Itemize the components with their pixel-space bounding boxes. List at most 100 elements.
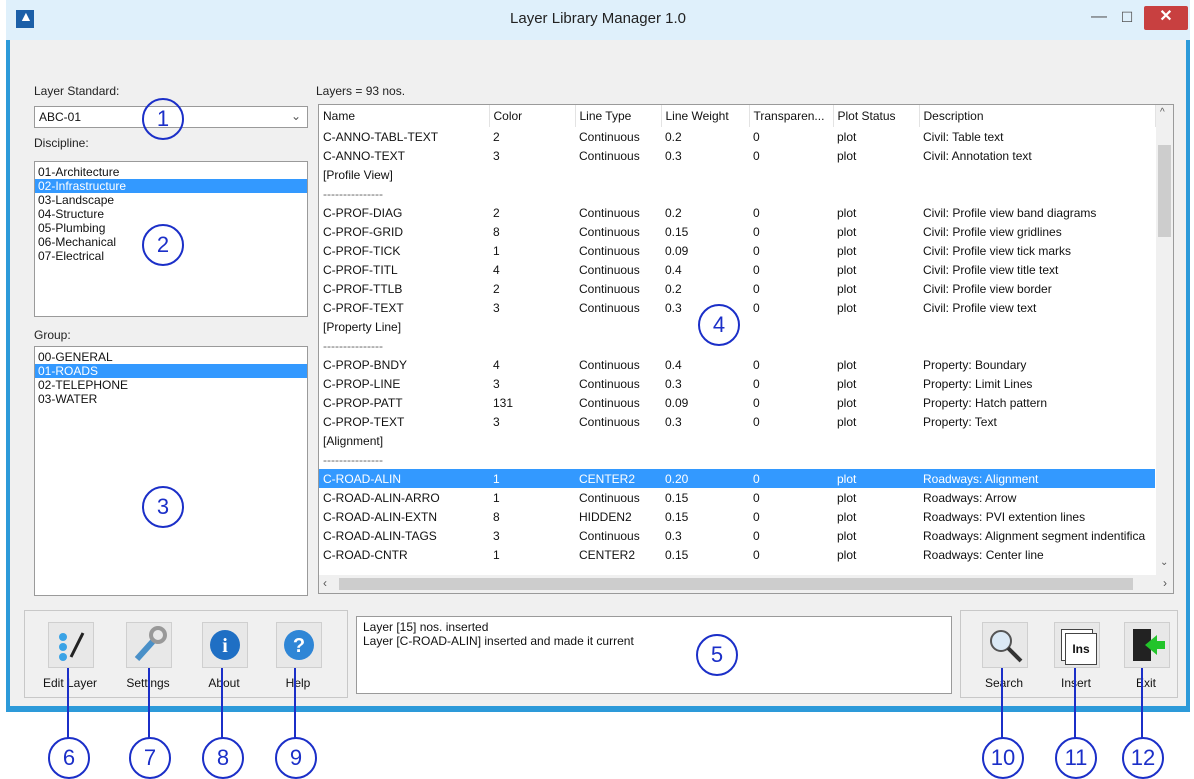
exit-label: Exit (1135, 676, 1156, 690)
exit-door-icon (1124, 622, 1170, 668)
table-cell (833, 184, 919, 203)
chevron-down-icon[interactable]: ⌄ (291, 109, 301, 123)
table-row[interactable]: C-PROF-TTLB 2 Continuous 0.2 0 plot Civil: Pro… (319, 279, 1155, 298)
discipline-list-item[interactable]: 04-Structure (35, 207, 307, 221)
group-list[interactable]: 00-GENERAL 01-ROADS 02-TELEPHONE 03-WATER (34, 346, 308, 596)
table-cell: 0 (753, 395, 760, 410)
maximize-button[interactable]: ☐ (1114, 6, 1140, 30)
help-button[interactable]: ? (276, 622, 322, 668)
callout-8-leader (221, 668, 223, 738)
scroll-left-icon[interactable]: ‹ (323, 576, 327, 590)
scroll-right-icon[interactable]: › (1163, 576, 1167, 590)
table-row[interactable]: --------------- (319, 184, 1155, 203)
table-cell (489, 317, 575, 336)
app-window: ▲ Layer Library Manager 1.0 — ☐ ✕ Layer … (6, 0, 1190, 712)
table-row[interactable]: C-PROP-PATT 131 Continuous 0.09 0 plot Propert… (319, 393, 1155, 412)
table-cell: 2 (493, 281, 500, 296)
group-label: Group: (34, 328, 71, 342)
table-row[interactable]: C-ROAD-ALIN 1 CENTER2 0.20 0 plot Roadways: Al… (319, 469, 1155, 488)
layer-standard-label: Layer Standard: (34, 84, 120, 98)
settings-button[interactable] (126, 622, 172, 668)
discipline-list-item[interactable]: 01-Architecture (35, 165, 307, 179)
table-cell: --------------- (323, 338, 383, 353)
table-cell: [Profile View] (323, 167, 393, 182)
title-bar[interactable]: ▲ Layer Library Manager 1.0 — ☐ ✕ (6, 0, 1190, 40)
table-row[interactable]: C-PROF-TITL 4 Continuous 0.4 0 plot Civil: Pro… (319, 260, 1155, 279)
table-row[interactable]: C-ROAD-ALIN-ARRO 1 Continuous 0.15 0 plot Road… (319, 488, 1155, 507)
group-list-item[interactable]: 02-TELEPHONE (35, 378, 307, 392)
minimize-button[interactable]: — (1086, 6, 1112, 30)
column-header[interactable]: Line Weight (661, 105, 750, 127)
table-cell: CENTER2 (579, 547, 636, 562)
table-cell: C-PROF-TEXT (323, 300, 404, 315)
table-row[interactable]: C-PROP-BNDY 4 Continuous 0.4 0 plot Property: … (319, 355, 1155, 374)
wrench-icon (126, 622, 172, 668)
group-list-item[interactable]: 01-ROADS (35, 364, 307, 378)
table-cell: 0.3 (665, 414, 682, 429)
vertical-scrollbar[interactable]: ^ ⌄ (1156, 105, 1173, 575)
table-row[interactable]: C-ROAD-CNTR 1 CENTER2 0.15 0 plot Roadways: Ce… (319, 545, 1155, 564)
close-button[interactable]: ✕ (1144, 6, 1188, 30)
search-button[interactable] (982, 622, 1028, 668)
table-row[interactable]: C-PROP-LINE 3 Continuous 0.3 0 plot Property: … (319, 374, 1155, 393)
edit-layer-button[interactable] (48, 622, 94, 668)
table-cell: C-ANNO-TEXT (323, 148, 405, 163)
discipline-list-item[interactable]: 03-Landscape (35, 193, 307, 207)
table-cell (833, 450, 919, 469)
table-row[interactable]: C-ANNO-TEXT 3 Continuous 0.3 0 plot Civil: Ann… (319, 146, 1155, 165)
column-header[interactable]: Name (319, 105, 490, 127)
table-row[interactable]: C-PROF-DIAG 2 Continuous 0.2 0 plot Civil: Pro… (319, 203, 1155, 222)
table-cell: Continuous (579, 148, 640, 163)
table-cell: 0 (753, 148, 760, 163)
table-cell: [Property Line] (323, 319, 402, 334)
column-header[interactable]: Line Type (575, 105, 662, 127)
table-row[interactable]: [Profile View] (319, 165, 1155, 184)
table-cell: plot (837, 547, 857, 562)
table-row[interactable]: C-PROF-GRID 8 Continuous 0.15 0 plot Civil: Pr… (319, 222, 1155, 241)
table-cell: plot (837, 224, 857, 239)
about-button[interactable]: i (202, 622, 248, 668)
callout-2: 2 (142, 224, 184, 266)
table-cell: Civil: Profile view border (923, 281, 1052, 296)
table-cell (661, 450, 749, 469)
column-header[interactable]: Plot Status (833, 105, 920, 127)
scroll-down-icon[interactable]: ⌄ (1160, 557, 1168, 568)
table-cell: plot (837, 357, 857, 372)
horizontal-scrollbar-thumb[interactable] (339, 578, 1133, 590)
column-header[interactable]: Description (919, 105, 1156, 127)
table-cell: 0.2 (665, 205, 682, 220)
table-cell: plot (837, 528, 857, 543)
discipline-list-item[interactable]: 02-Infrastructure (35, 179, 307, 193)
table-row[interactable]: C-ROAD-ALIN-TAGS 3 Continuous 0.3 0 plot Roadw… (319, 526, 1155, 545)
table-row[interactable]: C-ANNO-TABL-TEXT 2 Continuous 0.2 0 plot Civil… (319, 127, 1155, 146)
group-list-item[interactable]: 03-WATER (35, 392, 307, 406)
table-row[interactable]: --------------- (319, 450, 1155, 469)
edit-layer-label: Edit Layer (42, 676, 98, 690)
table-row[interactable]: [Alignment] (319, 431, 1155, 450)
table-cell: plot (837, 262, 857, 277)
table-row[interactable]: C-PROP-TEXT 3 Continuous 0.3 0 plot Property: … (319, 412, 1155, 431)
horizontal-scrollbar[interactable]: ‹ › (319, 575, 1173, 593)
discipline-label: Discipline: (34, 136, 89, 150)
table-cell: 1 (493, 490, 500, 505)
table-row[interactable]: C-ROAD-ALIN-EXTN 8 HIDDEN2 0.15 0 plot Roadway… (319, 507, 1155, 526)
table-cell: plot (837, 395, 857, 410)
table-cell: 0.20 (661, 469, 749, 488)
column-header[interactable]: Color (489, 105, 576, 127)
table-cell: C-ROAD-ALIN-TAGS (323, 528, 437, 543)
scroll-up-icon[interactable]: ^ (1160, 107, 1165, 118)
table-row[interactable]: C-PROF-TICK 1 Continuous 0.09 0 plot Civil: Pr… (319, 241, 1155, 260)
exit-button[interactable] (1124, 622, 1170, 668)
table-cell: Continuous (579, 224, 640, 239)
group-list-item[interactable]: 00-GENERAL (35, 350, 307, 364)
table-cell: C-PROF-GRID (323, 224, 403, 239)
callout-3: 3 (142, 486, 184, 528)
vertical-scrollbar-thumb[interactable] (1158, 145, 1171, 237)
insert-button[interactable]: Ins (1054, 622, 1100, 668)
table-cell (833, 165, 919, 184)
column-header[interactable]: Transparen... (749, 105, 834, 127)
table-row[interactable]: --------------- (319, 336, 1155, 355)
table-cell: C-ROAD-ALIN (319, 469, 489, 488)
table-cell (749, 336, 833, 355)
layers-grid[interactable]: Name Color Line Type Line Weight Transparen.… (318, 104, 1174, 594)
